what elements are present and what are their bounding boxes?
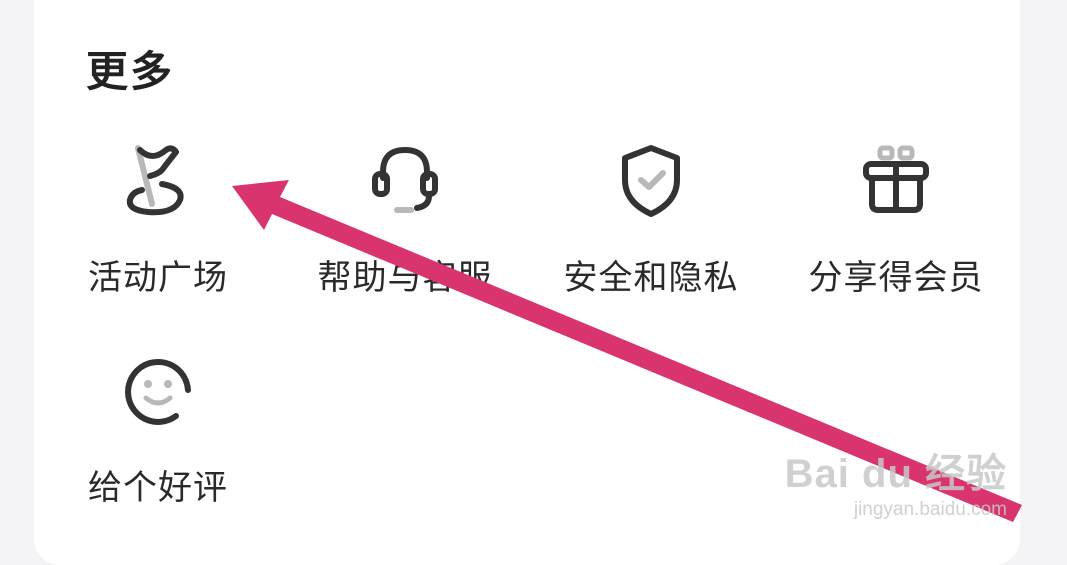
smiley-icon xyxy=(118,350,198,430)
item-label: 给个好评 xyxy=(88,468,228,508)
give-rating-item[interactable]: 给个好评 xyxy=(58,350,258,530)
gift-icon xyxy=(856,140,936,220)
item-label: 帮助与客服 xyxy=(317,258,493,298)
headset-icon xyxy=(365,140,445,220)
section-title: 更多 xyxy=(86,47,175,96)
shield-check-icon xyxy=(611,140,691,220)
security-privacy-item[interactable]: 安全和隐私 xyxy=(551,140,751,320)
item-label: 分享得会员 xyxy=(808,258,984,298)
share-membership-item[interactable]: 分享得会员 xyxy=(796,140,996,320)
flag-icon xyxy=(118,140,198,220)
help-support-item[interactable]: 帮助与客服 xyxy=(305,140,505,320)
item-label: 活动广场 xyxy=(88,258,228,298)
activity-square-item[interactable]: 活动广场 xyxy=(58,140,258,320)
item-label: 安全和隐私 xyxy=(563,258,739,298)
